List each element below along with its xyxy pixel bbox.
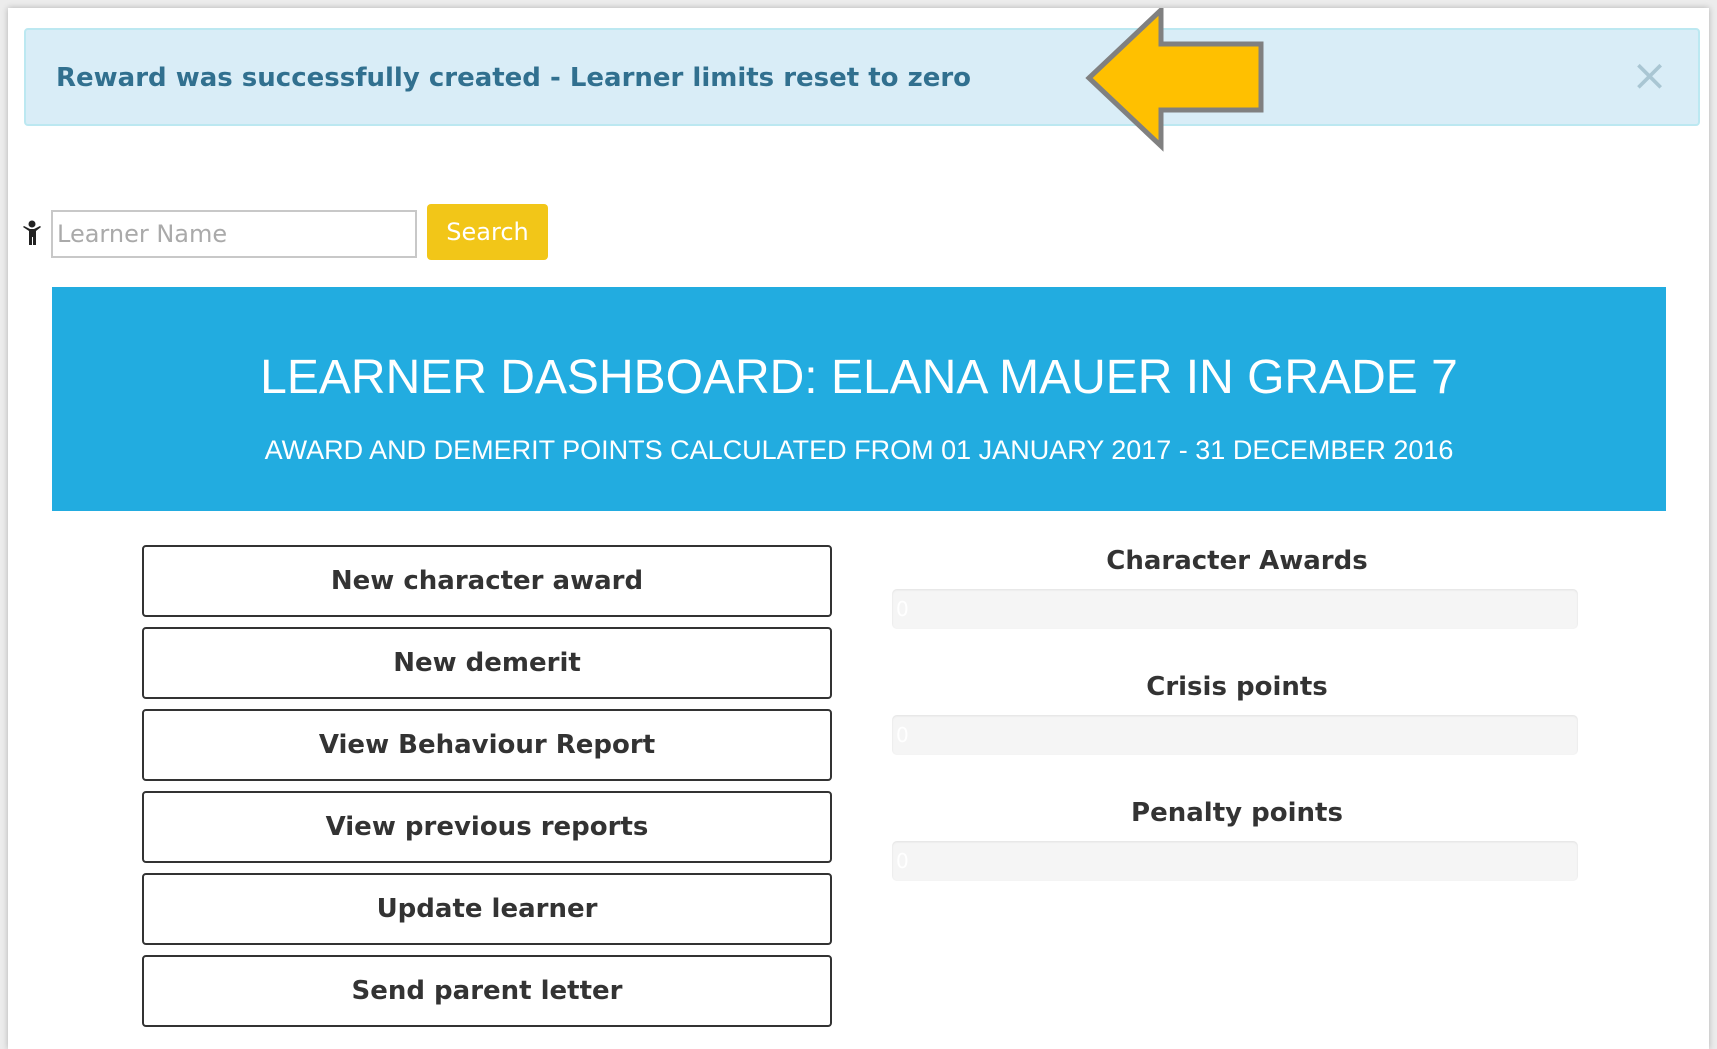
search-button[interactable]: Search <box>427 204 548 260</box>
new-demerit-button[interactable]: New demerit <box>142 627 832 699</box>
penalty-points-label: Penalty points <box>1131 798 1343 828</box>
learner-name-input[interactable] <box>51 210 417 258</box>
crisis-points-label: Crisis points <box>1146 672 1328 702</box>
dashboard-banner: LEARNER DASHBOARD: ELANA MAUER IN GRADE … <box>52 287 1666 511</box>
character-awards-value: 0 <box>896 597 909 621</box>
close-icon[interactable]: × <box>1631 48 1668 104</box>
dashboard-title: LEARNER DASHBOARD: ELANA MAUER IN GRADE … <box>260 351 1458 404</box>
left-arrow-icon <box>1085 8 1264 152</box>
penalty-points-value: 0 <box>896 849 909 873</box>
success-alert: Reward was successfully created - Learne… <box>24 28 1700 126</box>
character-awards-bar: 0 <box>892 589 1578 629</box>
alert-message: Reward was successfully created - Learne… <box>56 63 972 93</box>
dashboard-subtitle: AWARD AND DEMERIT POINTS CALCULATED FROM… <box>264 435 1454 465</box>
send-parent-letter-button[interactable]: Send parent letter <box>142 955 832 1027</box>
crisis-points-bar: 0 <box>892 715 1578 755</box>
view-previous-reports-button[interactable]: View previous reports <box>142 791 832 863</box>
update-learner-button[interactable]: Update learner <box>142 873 832 945</box>
new-character-award-button[interactable]: New character award <box>142 545 832 617</box>
view-behaviour-report-button[interactable]: View Behaviour Report <box>142 709 832 781</box>
penalty-points-bar: 0 <box>892 841 1578 881</box>
page: Reward was successfully created - Learne… <box>8 8 1709 1049</box>
character-awards-label: Character Awards <box>1106 546 1368 576</box>
crisis-points-value: 0 <box>896 723 909 747</box>
person-icon <box>23 220 41 245</box>
